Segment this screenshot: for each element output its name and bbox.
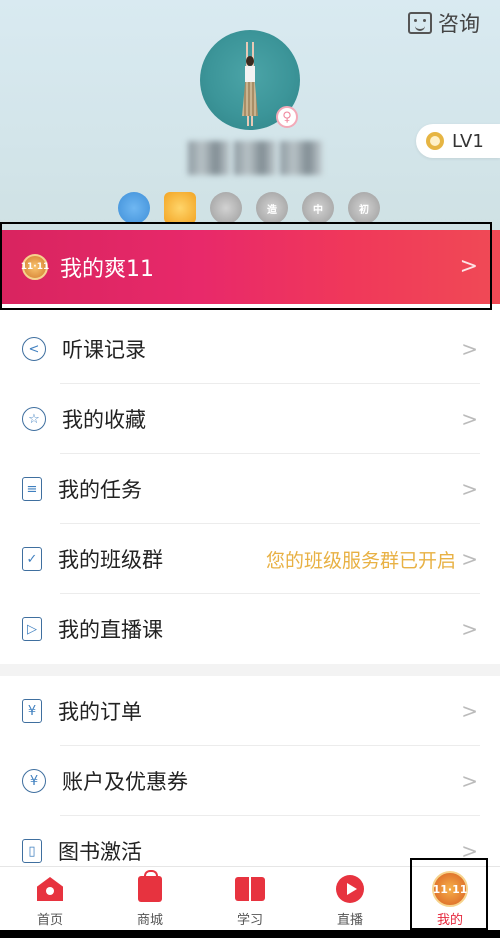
menu-group-account: ¥ 我的订单 > ¥ 账户及优惠券 > ▯ 图书激活 > [0, 676, 500, 886]
consult-button[interactable]: 咨询 [408, 8, 480, 38]
menu-item-orders[interactable]: ¥ 我的订单 > [0, 676, 500, 746]
menu-item-label: 我的任务 [58, 478, 142, 502]
menu-item-label: 图书激活 [58, 840, 142, 864]
medal-badge-icon[interactable] [210, 192, 242, 224]
menu-item-live-courses[interactable]: ▷ 我的直播课 > [0, 594, 500, 664]
menu-item-label: 我的直播课 [58, 618, 163, 642]
book-open-icon [235, 877, 265, 901]
medal-icon [426, 132, 444, 150]
chat-bubble-icon [408, 12, 432, 34]
class-group-notice: 您的班级服务群已开启 [265, 549, 456, 572]
clipboard-icon: ≡ [22, 477, 42, 501]
level-label: LV1 [452, 130, 484, 152]
promo-banner-my-1111[interactable]: 11·11 我的爽11 > [0, 230, 500, 304]
menu-item-label: 我的收藏 [62, 408, 146, 432]
achievement-medals[interactable]: 造 中 初 [118, 192, 380, 224]
chevron-right-icon: > [461, 699, 478, 723]
home-icon [37, 877, 63, 901]
chevron-right-icon: > [459, 254, 478, 279]
medal-badge-icon[interactable] [118, 192, 150, 224]
chevron-right-icon: > [461, 407, 478, 431]
order-icon: ¥ [22, 699, 42, 723]
menu-item-label: 我的班级群 [58, 548, 163, 572]
play-circle-icon [336, 875, 364, 903]
consult-label: 咨询 [438, 12, 480, 36]
system-bottom-bar [0, 930, 500, 938]
tab-label: 学习 [236, 913, 263, 928]
username-blurred [188, 141, 322, 175]
chevron-right-icon: > [461, 617, 478, 641]
promo-label: 我的爽11 [60, 257, 154, 282]
tv-play-icon: ▷ [22, 617, 42, 641]
menu-item-listening-history[interactable]: < 听课记录 > [0, 314, 500, 384]
menu-item-label: 账户及优惠券 [62, 770, 188, 794]
chevron-right-icon: > [461, 337, 478, 361]
tab-label: 直播 [336, 913, 363, 928]
bottom-tab-bar: 首页 商城 学习 直播 11·11 我的 [0, 866, 500, 938]
shopping-bag-icon [138, 870, 162, 902]
star-icon: ☆ [22, 407, 46, 431]
menu-item-tasks[interactable]: ≡ 我的任务 > [0, 454, 500, 524]
medal-badge-icon[interactable] [164, 192, 196, 224]
tab-label: 我的 [436, 913, 463, 928]
medal-badge-icon[interactable]: 中 [302, 192, 334, 224]
medal-badge-icon[interactable]: 初 [348, 192, 380, 224]
back-circle-icon: < [22, 337, 46, 361]
double-eleven-icon: 11·11 [21, 254, 49, 280]
menu-item-account-coupons[interactable]: ¥ 账户及优惠券 > [0, 746, 500, 816]
tab-live[interactable]: 直播 [300, 867, 400, 938]
chevron-right-icon: > [461, 769, 478, 793]
level-badge[interactable]: LV1 [416, 124, 500, 158]
chevron-right-icon: > [461, 547, 478, 571]
menu-item-favorites[interactable]: ☆ 我的收藏 > [0, 384, 500, 454]
profile-header: 咨询 ♀ LV1 造 中 初 [0, 0, 500, 230]
chevron-right-icon: > [461, 839, 478, 863]
book-icon: ▯ [22, 839, 42, 863]
coin-icon: ¥ [22, 769, 46, 793]
medal-badge-icon[interactable]: 造 [256, 192, 288, 224]
section-divider [0, 664, 500, 676]
female-gender-icon: ♀ [276, 106, 298, 128]
tab-label: 首页 [36, 913, 63, 928]
menu-item-class-group[interactable]: ✓ 我的班级群 您的班级服务群已开启 > [0, 524, 500, 594]
menu-item-label: 听课记录 [62, 338, 146, 362]
tab-label: 商城 [136, 913, 163, 928]
tab-study[interactable]: 学习 [200, 867, 300, 938]
chevron-right-icon: > [461, 477, 478, 501]
menu-group-learning: < 听课记录 > ☆ 我的收藏 > ≡ 我的任务 > ✓ 我的班级群 您的班级服… [0, 314, 500, 676]
me-1111-icon: 11·11 [432, 871, 468, 907]
tab-mall[interactable]: 商城 [100, 867, 200, 938]
tab-home[interactable]: 首页 [0, 867, 100, 938]
tab-me[interactable]: 11·11 我的 [400, 867, 500, 938]
menu-item-label: 我的订单 [58, 700, 142, 724]
calendar-check-icon: ✓ [22, 547, 42, 571]
